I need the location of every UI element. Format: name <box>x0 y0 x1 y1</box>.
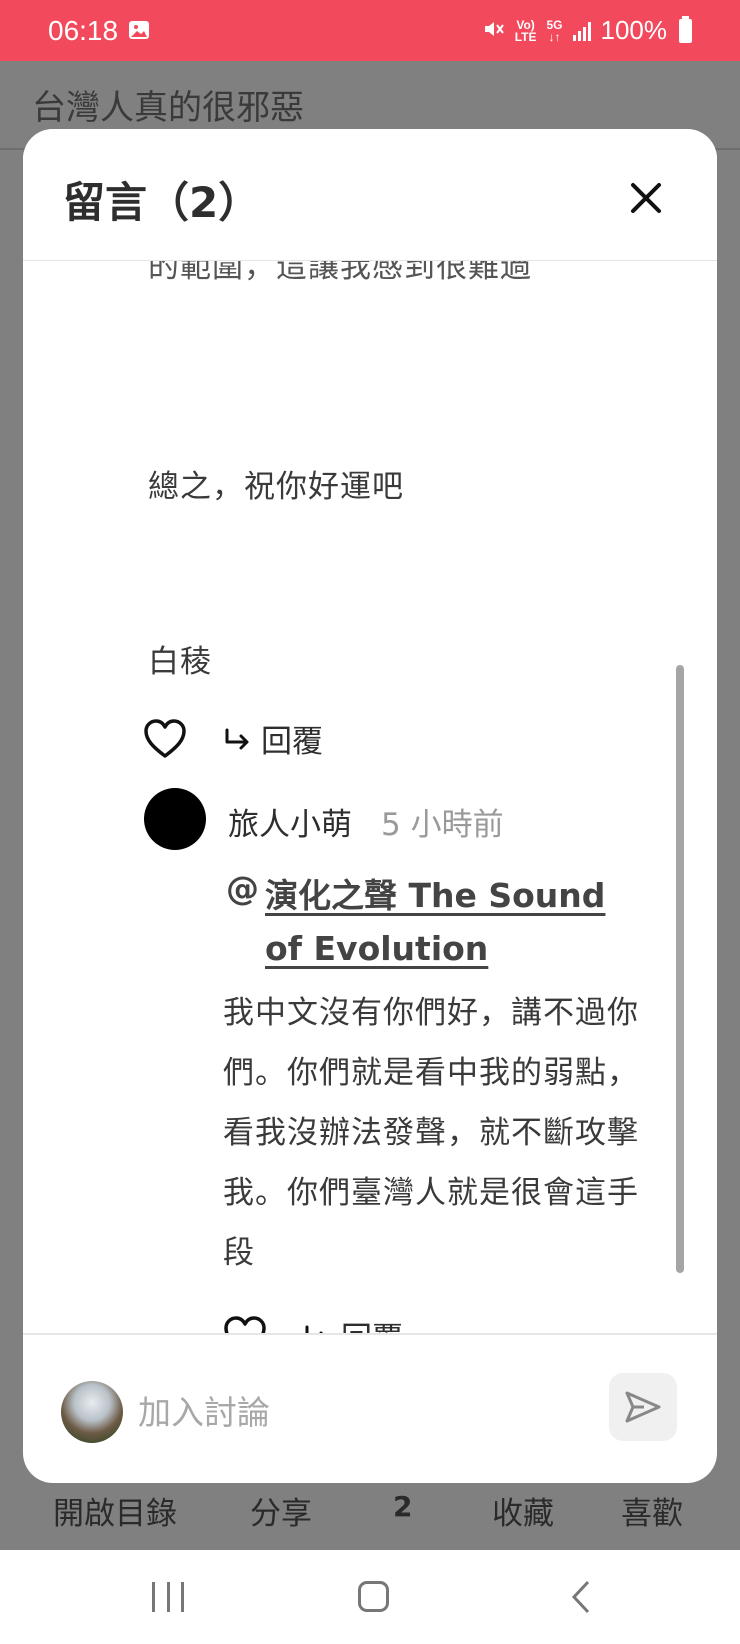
heart-icon[interactable] <box>143 718 187 759</box>
article-title: 台灣人真的很邪惡 <box>32 88 304 128</box>
comment-list[interactable]: 的範圍，這讓我感到很難過 總之，祝你好運吧 白稜 回覆 旅人小萌 5 小時前 @… <box>23 261 717 1333</box>
comment-text-line: 的範圍，這讓我感到很難過 <box>148 261 532 285</box>
share-button[interactable]: 分享 <box>250 1488 312 1533</box>
reply-label: 回覆 <box>341 1313 403 1333</box>
home-icon[interactable] <box>358 1581 389 1612</box>
gallery-notification-icon <box>128 15 150 47</box>
comment-input[interactable] <box>138 1384 568 1440</box>
reply-time: 5 小時前 <box>381 807 504 843</box>
reply-actions: 回覆 <box>223 1313 403 1333</box>
clock: 06:18 <box>48 14 119 46</box>
reply-arrow-icon <box>303 1323 331 1333</box>
back-icon[interactable] <box>570 1580 592 1618</box>
status-right: Vo) LTE 5G ↓↑ 100% <box>483 15 692 46</box>
mention-at: @ <box>226 869 259 908</box>
volte-icon: Vo) LTE <box>514 17 537 44</box>
composer-divider <box>23 1333 717 1335</box>
close-button[interactable] <box>623 175 669 221</box>
mute-icon <box>483 15 505 46</box>
reply-label: 回覆 <box>261 724 323 760</box>
collect-button[interactable]: 收藏 <box>492 1488 554 1533</box>
reply-button[interactable]: 回覆 <box>303 1313 403 1333</box>
mention-link[interactable]: of Evolution <box>265 929 488 968</box>
comment-actions: 回覆 <box>143 716 323 761</box>
reply-arrow-icon <box>223 726 251 752</box>
signal-icon <box>572 21 591 41</box>
modal-title: 留言（2） <box>63 178 261 227</box>
reply-author[interactable]: 旅人小萌 <box>228 799 352 844</box>
comment-signature: 白稜 <box>148 644 212 680</box>
comments-modal: 留言（2） 的範圍，這讓我感到很難過 總之，祝你好運吧 白稜 回覆 旅人小萌 5… <box>23 129 717 1483</box>
like-button[interactable]: 喜歡 <box>621 1488 683 1533</box>
status-left: 06:18 <box>48 15 150 47</box>
close-icon <box>631 183 661 213</box>
reply-body: 我中文沒有你們好，講不過你們。你們就是看中我的弱點，看我沒辦法發聲，就不斷攻擊我… <box>223 995 639 1271</box>
heart-icon[interactable] <box>223 1315 267 1333</box>
avatar[interactable] <box>144 788 206 850</box>
recent-apps-icon[interactable] <box>152 1582 184 1612</box>
comment-text-line: 總之，祝你好運吧 <box>148 469 404 505</box>
reply-button[interactable]: 回覆 <box>223 716 323 761</box>
modal-header: 留言（2） <box>23 129 717 261</box>
battery-icon <box>679 15 692 43</box>
comment-count[interactable]: 2 <box>393 1490 412 1523</box>
battery-percent: 100% <box>600 15 668 45</box>
user-avatar <box>61 1381 123 1443</box>
mention-link[interactable]: 演化之聲 The Sound <box>265 869 605 917</box>
send-icon <box>625 1391 661 1423</box>
network-5g-icon: 5G ↓↑ <box>546 17 563 44</box>
toc-button[interactable]: 開啟目錄 <box>53 1488 177 1533</box>
send-button[interactable] <box>609 1373 677 1441</box>
system-nav-bar <box>0 1550 740 1644</box>
scrollbar[interactable] <box>676 665 684 1273</box>
status-bar: 06:18 Vo) LTE 5G ↓↑ 100% <box>0 0 740 61</box>
